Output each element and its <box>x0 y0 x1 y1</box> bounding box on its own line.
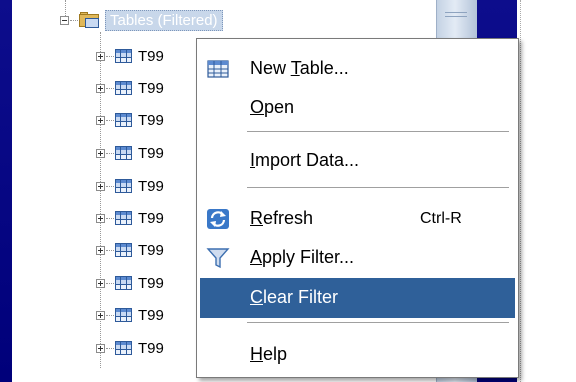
menu-item-label: Refresh <box>250 208 314 228</box>
menu-item-label: Help <box>250 344 288 364</box>
tree-node-table[interactable]: T99 <box>96 108 164 132</box>
panel-divider <box>520 0 521 382</box>
tree-connector <box>106 185 114 187</box>
menu-item-clear-filter[interactable]: Clear Filter <box>200 278 515 318</box>
table-name[interactable]: T99 <box>138 242 164 259</box>
tree-node-table[interactable]: T99 <box>96 76 164 100</box>
tree-node-table[interactable]: T99 <box>96 336 164 360</box>
table-icon <box>115 81 132 95</box>
tree-connector <box>106 87 114 89</box>
expand-toggle-icon[interactable] <box>96 343 105 353</box>
table-name[interactable]: T99 <box>138 80 164 97</box>
menu-item-help[interactable]: Help <box>200 335 515 375</box>
tree-connector <box>70 19 78 21</box>
menu-item-open[interactable]: Open <box>200 88 515 128</box>
editor-panel <box>517 0 576 382</box>
expand-toggle-icon[interactable] <box>96 278 105 288</box>
table-icon <box>115 113 132 127</box>
expand-toggle-icon[interactable] <box>96 148 105 158</box>
menu-item-label: Open <box>250 97 295 117</box>
table-icon <box>115 341 132 355</box>
menu-item-label: Clear Filter <box>250 287 339 307</box>
menu-item-import-data[interactable]: Import Data... <box>200 141 515 181</box>
expand-toggle-icon[interactable] <box>96 83 105 93</box>
tree-node-table[interactable]: T99 <box>96 271 164 295</box>
expand-toggle-icon[interactable] <box>96 213 105 223</box>
expand-toggle-icon[interactable] <box>96 310 105 320</box>
menu-item-refresh[interactable]: Refresh Ctrl-R <box>200 199 515 239</box>
menu-item-label: New Table... <box>250 58 349 78</box>
tree-node-table[interactable]: T99 <box>96 174 164 198</box>
table-icon <box>115 276 132 290</box>
table-icon <box>115 308 132 322</box>
keyboard-shortcut: Ctrl-R <box>420 210 462 227</box>
tree-node-table[interactable]: T99 <box>96 238 164 262</box>
tree-connector <box>106 314 114 316</box>
tree-connector <box>106 217 114 219</box>
table-icon <box>115 146 132 160</box>
table-name[interactable]: T99 <box>138 145 164 162</box>
funnel-icon <box>206 247 230 269</box>
menu-separator <box>247 187 509 188</box>
tree-connector <box>106 249 114 251</box>
tree-node-table[interactable]: T99 <box>96 141 164 165</box>
table-name[interactable]: T99 <box>138 112 164 129</box>
tree-connector <box>106 152 114 154</box>
menu-item-label: Import Data... <box>250 150 360 170</box>
menu-item-new-table[interactable]: New Table... <box>200 49 515 89</box>
menu-separator <box>247 322 509 323</box>
table-name[interactable]: T99 <box>138 178 164 195</box>
menu-separator <box>247 131 509 132</box>
table-name[interactable]: T99 <box>138 48 164 65</box>
table-name[interactable]: T99 <box>138 210 164 227</box>
desktop-background: Tables (Filtered) T99 T99 T99 T99 T99 T9… <box>0 0 576 382</box>
table-icon <box>115 211 132 225</box>
expand-toggle-icon[interactable] <box>96 181 105 191</box>
expand-toggle-icon[interactable] <box>96 115 105 125</box>
tree-connector <box>106 347 114 349</box>
expand-toggle-icon[interactable] <box>96 51 105 61</box>
expand-toggle-icon[interactable] <box>96 245 105 255</box>
tree-connector <box>106 119 114 121</box>
menu-item-label: Apply Filter... <box>250 247 355 267</box>
tree-node-table[interactable]: T99 <box>96 303 164 327</box>
tree-connector <box>106 282 114 284</box>
table-name[interactable]: T99 <box>138 340 164 357</box>
collapse-toggle-icon[interactable] <box>60 15 69 25</box>
table-icon <box>115 179 132 193</box>
tree-node-table[interactable]: T99 <box>96 44 164 68</box>
menu-item-apply-filter[interactable]: Apply Filter... <box>200 238 515 278</box>
tree-connector <box>106 55 114 57</box>
table-icon <box>206 58 230 80</box>
tables-folder-label[interactable]: Tables (Filtered) <box>105 9 223 31</box>
tree-node-tables-folder[interactable]: Tables (Filtered) <box>60 8 223 32</box>
table-name[interactable]: T99 <box>138 275 164 292</box>
context-menu: New Table... Open Import Data... Refresh… <box>196 38 519 378</box>
refresh-icon <box>206 208 230 230</box>
table-icon <box>115 49 132 63</box>
tree-node-table[interactable]: T99 <box>96 206 164 230</box>
table-name[interactable]: T99 <box>138 307 164 324</box>
table-folder-icon <box>79 12 101 28</box>
table-icon <box>115 243 132 257</box>
